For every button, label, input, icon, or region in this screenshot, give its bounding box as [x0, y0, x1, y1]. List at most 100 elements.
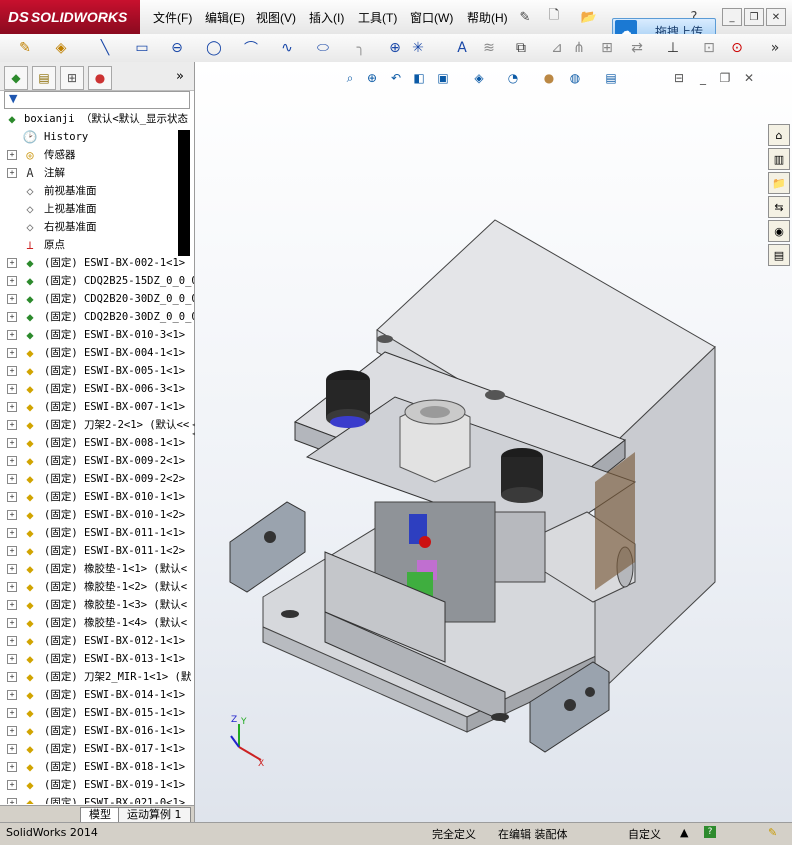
menu-file[interactable]: 文件(F): [153, 9, 192, 26]
expand-icon[interactable]: +: [7, 294, 17, 304]
panel-expand-icon[interactable]: »: [176, 69, 184, 84]
menu-edit[interactable]: 编辑(E): [205, 9, 245, 26]
rebuild-status-icon[interactable]: ✎: [768, 826, 777, 839]
part-icon: ◆: [26, 562, 34, 576]
fillet-icon[interactable]: ╮: [352, 39, 370, 57]
property-manager-tab-icon[interactable]: ▤: [32, 66, 56, 90]
expand-icon[interactable]: +: [7, 492, 17, 502]
menu-insert[interactable]: 插入(I): [309, 9, 344, 26]
custom-properties-icon[interactable]: ▤: [768, 244, 790, 266]
expand-icon[interactable]: +: [7, 798, 17, 804]
restore-button[interactable]: ❐: [744, 8, 764, 26]
arc-icon[interactable]: ⌒: [242, 39, 260, 57]
expand-icon[interactable]: +: [7, 402, 17, 412]
expand-icon[interactable]: +: [7, 168, 17, 178]
graphics-area[interactable]: ⌕ ⊕ ↶ ◧ ▣ ◈ ◔ ● ◍ ▤ ⊟ _ ❐ ✕ Z Y X: [195, 62, 792, 822]
part-icon: ◆: [26, 508, 34, 522]
expand-icon[interactable]: +: [7, 726, 17, 736]
repair-sketch-icon[interactable]: ⊡: [700, 39, 718, 57]
smart-dimension-icon[interactable]: ◈: [52, 39, 70, 57]
tree-filter-input[interactable]: ▼: [4, 91, 190, 109]
expand-icon[interactable]: +: [7, 582, 17, 592]
expand-icon[interactable]: +: [7, 618, 17, 628]
expand-icon[interactable]: +: [7, 366, 17, 376]
expand-icon[interactable]: +: [7, 636, 17, 646]
expand-icon[interactable]: +: [7, 780, 17, 790]
convert-entities-icon[interactable]: ⧉: [512, 39, 530, 57]
relations-icon[interactable]: ⊥: [664, 39, 682, 57]
minimize-button[interactable]: _: [722, 8, 742, 26]
ellipse-icon[interactable]: ⬭: [314, 39, 332, 57]
linear-pattern-icon[interactable]: ⊞: [598, 39, 616, 57]
status-units-arrow-icon[interactable]: ▲: [680, 826, 688, 839]
close-button[interactable]: ✕: [766, 8, 786, 26]
toolbar-overflow-icon[interactable]: »: [766, 39, 784, 57]
expand-icon[interactable]: +: [7, 312, 17, 322]
sketch-icon[interactable]: ✎: [16, 39, 34, 57]
expand-icon[interactable]: +: [7, 420, 17, 430]
menu-view[interactable]: 视图(V): [256, 9, 296, 26]
plane-icon[interactable]: ⊕: [386, 39, 404, 57]
expand-icon[interactable]: +: [7, 564, 17, 574]
slot-icon[interactable]: ⊖: [168, 39, 186, 57]
move-entities-icon[interactable]: ⇄: [628, 39, 646, 57]
expand-icon[interactable]: +: [7, 150, 17, 160]
expand-icon[interactable]: +: [7, 708, 17, 718]
quick-snaps-icon[interactable]: ⊙: [728, 39, 746, 57]
expand-icon[interactable]: +: [7, 510, 17, 520]
tree-item-label: 右视基准面: [44, 221, 97, 233]
expand-icon[interactable]: +: [7, 672, 17, 682]
help-status-icon[interactable]: ?: [704, 826, 716, 838]
design-library-icon[interactable]: ▥: [768, 148, 790, 170]
menu-help[interactable]: 帮助(H): [467, 9, 508, 26]
tree-root-label: boxianji （默认<默认_显示状态: [24, 113, 189, 125]
tab-motion-study[interactable]: 运动算例 1: [118, 807, 191, 823]
tree-item-label: (固定) ESWI-BX-009-2<2>: [44, 473, 186, 485]
circle-icon[interactable]: ◯: [205, 39, 223, 57]
appearances-icon[interactable]: ◉: [768, 220, 790, 242]
expand-icon[interactable]: +: [7, 600, 17, 610]
expand-icon[interactable]: +: [7, 528, 17, 538]
configuration-tab-icon[interactable]: ⊞: [60, 66, 84, 90]
menu-window[interactable]: 窗口(W): [410, 9, 453, 26]
spline-icon[interactable]: ∿: [278, 39, 296, 57]
open-folder-icon[interactable]: 📂: [580, 8, 598, 26]
expand-icon[interactable]: +: [7, 330, 17, 340]
line-icon[interactable]: ╲: [96, 39, 114, 57]
solidworks-resources-icon[interactable]: ⌂: [768, 124, 790, 146]
menu-tools[interactable]: 工具(T): [358, 9, 397, 26]
point-icon[interactable]: ✳: [409, 39, 427, 57]
expand-icon[interactable]: +: [7, 258, 17, 268]
file-explorer-icon[interactable]: 📁: [768, 172, 790, 194]
trim-icon[interactable]: ≋: [480, 39, 498, 57]
appearance-tab-icon[interactable]: ●: [88, 66, 112, 90]
part-icon: ◆: [26, 580, 34, 594]
status-bar: SolidWorks 2014 完全定义 在编辑 装配体 自定义 ▲ ? ✎: [0, 822, 792, 845]
part-icon: ◆: [26, 652, 34, 666]
expand-icon[interactable]: +: [7, 438, 17, 448]
offset-icon[interactable]: ⊿: [548, 39, 566, 57]
rectangle-icon[interactable]: ▭: [133, 39, 151, 57]
mirror-icon[interactable]: ⋔: [570, 39, 588, 57]
feature-tree-tab-icon[interactable]: ◆: [4, 66, 28, 90]
expand-icon[interactable]: +: [7, 384, 17, 394]
expand-icon[interactable]: +: [7, 762, 17, 772]
expand-icon[interactable]: +: [7, 276, 17, 286]
expand-icon[interactable]: +: [7, 690, 17, 700]
expand-icon[interactable]: +: [7, 348, 17, 358]
pin-icon[interactable]: ✎: [516, 8, 534, 26]
text-icon[interactable]: A: [453, 39, 471, 57]
expand-icon[interactable]: +: [7, 744, 17, 754]
part-icon: ◆: [26, 382, 34, 396]
view-palette-icon[interactable]: ⇆: [768, 196, 790, 218]
expand-icon[interactable]: +: [7, 456, 17, 466]
expand-icon[interactable]: +: [7, 474, 17, 484]
expand-icon[interactable]: +: [7, 654, 17, 664]
tab-model[interactable]: 模型: [80, 807, 120, 823]
tree-scrollbar[interactable]: [178, 130, 190, 256]
assembly-model[interactable]: Z Y X: [195, 62, 792, 822]
new-document-icon[interactable]: 🗋: [545, 8, 563, 26]
expand-icon[interactable]: +: [7, 546, 17, 556]
part-icon: ◆: [26, 670, 34, 684]
status-units[interactable]: 自定义: [628, 826, 661, 842]
